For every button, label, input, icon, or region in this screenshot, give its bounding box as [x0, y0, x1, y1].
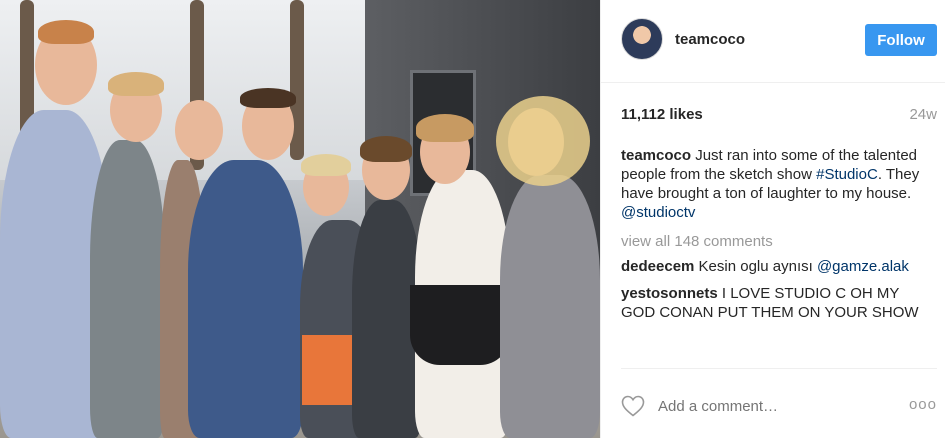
person — [500, 175, 600, 438]
post-sidebar: teamcoco Follow 11,112 likes 24w teamcoc… — [600, 0, 945, 438]
comment-item: dedeecem Kesin oglu aynısı @gamze.alak — [621, 257, 921, 276]
person-head — [175, 100, 223, 160]
mention-link[interactable]: @studioctv — [621, 204, 695, 221]
likes-count[interactable]: 11,112 likes — [621, 106, 703, 123]
person-hair — [108, 72, 164, 96]
person — [90, 140, 165, 438]
comment-username[interactable]: yestosonnets — [621, 285, 718, 302]
caption-username[interactable]: teamcoco — [621, 147, 691, 164]
post-photo[interactable] — [0, 0, 600, 438]
comment-footer: ooo — [621, 368, 937, 439]
person-hair — [360, 136, 412, 162]
add-comment-input[interactable] — [658, 398, 858, 415]
username-link[interactable]: teamcoco — [675, 31, 745, 48]
avatar-icon[interactable] — [621, 18, 663, 60]
person-hair — [301, 154, 351, 176]
person-hair — [416, 114, 474, 142]
comment-username[interactable]: dedeecem — [621, 258, 694, 275]
comment-text: Kesin oglu aynısı — [698, 258, 817, 275]
person-hair — [38, 20, 94, 44]
more-options-icon[interactable]: ooo — [909, 396, 937, 413]
caption: teamcoco Just ran into some of the talen… — [621, 146, 921, 222]
person-hair — [240, 88, 296, 108]
post-header: teamcoco Follow — [601, 0, 945, 83]
follow-button[interactable]: Follow — [865, 24, 937, 56]
hashtag-link[interactable]: #StudioC — [816, 166, 878, 183]
view-all-comments-link[interactable]: view all 148 comments — [621, 232, 921, 251]
comment-mention-link[interactable]: @gamze.alak — [817, 258, 909, 275]
person — [188, 160, 303, 438]
post-age[interactable]: 24w — [909, 106, 937, 123]
person-hair — [496, 96, 590, 186]
heart-icon[interactable] — [621, 395, 645, 417]
comment-item: yestosonnets I LOVE STUDIO C OH MY GOD C… — [621, 284, 921, 322]
black-skirt — [410, 285, 510, 365]
instagram-post: teamcoco Follow 11,112 likes 24w teamcoc… — [0, 0, 945, 438]
comments-section: teamcoco Just ran into some of the talen… — [621, 146, 921, 330]
